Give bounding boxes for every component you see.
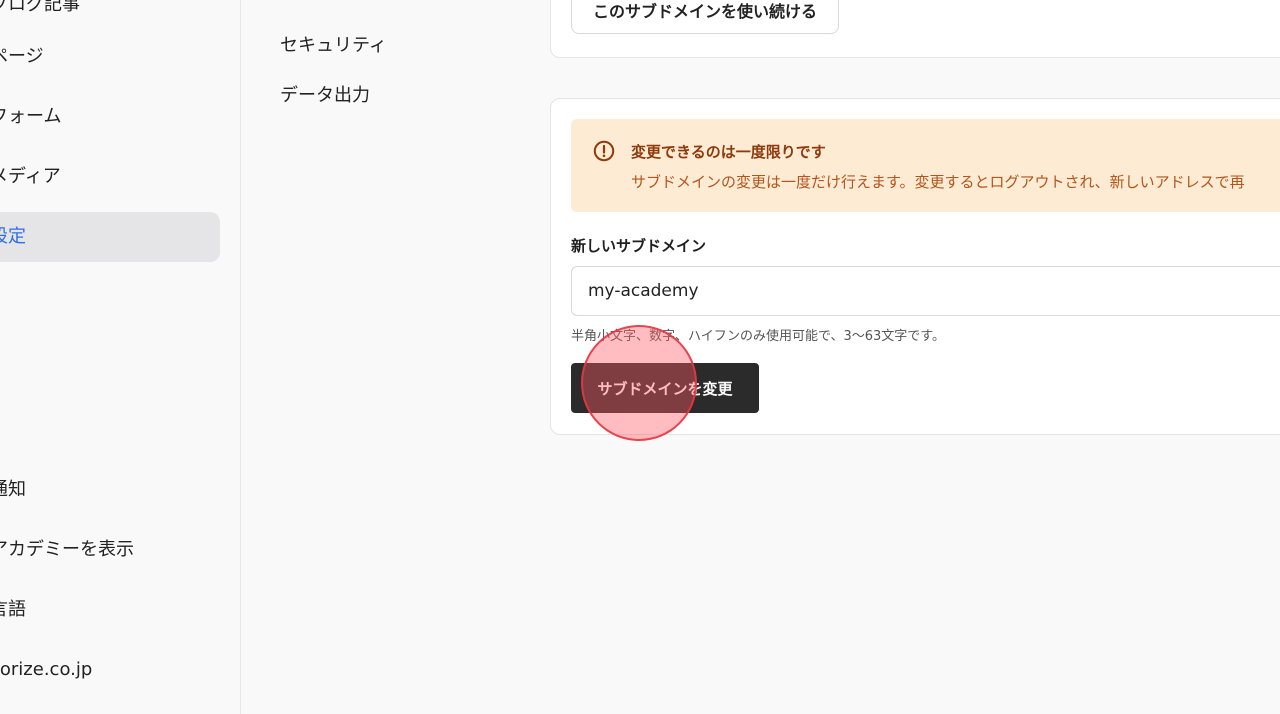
alert-circle-icon <box>593 140 615 162</box>
sidebar-item-label: 言語 <box>0 599 26 620</box>
submenu-item-security[interactable]: セキュリティ <box>280 31 387 57</box>
sidebar-item-view-academy[interactable]: アカデミーを表示 <box>0 525 220 575</box>
keep-subdomain-button[interactable]: このサブドメインを使い続ける <box>571 0 839 34</box>
change-subdomain-button[interactable]: サブドメインを変更 <box>571 363 759 413</box>
sidebar-item-notifications[interactable]: 通知 <box>0 465 220 515</box>
sidebar-item-blog-posts[interactable]: ブログ記事 <box>0 0 220 30</box>
sidebar-item-label: ブログ記事 <box>0 0 80 15</box>
submenu-item-data-export[interactable]: データ出力 <box>280 81 370 107</box>
submenu-item-label: データ出力 <box>280 85 370 106</box>
new-subdomain-label: 新しいサブドメイン <box>571 237 707 255</box>
sidebar-item-forms[interactable]: フォーム <box>0 92 220 142</box>
submenu-item-label: セキュリティ <box>280 35 387 56</box>
sidebar-item-media[interactable]: メディア <box>0 152 220 202</box>
sidebar-item-label: メディア <box>0 166 61 187</box>
subdomain-hint: 半角小文字、数字、ハイフンのみ使用可能で、3〜63文字です。 <box>571 329 945 344</box>
app-root: ブログ記事 ページ フォーム メディア 設定 通知 アカデミーを表示 言語 co… <box>0 0 1280 714</box>
one-time-warning-alert: 変更できるのは一度限りです サブドメインの変更は一度だけ行えます。変更するとログ… <box>571 119 1280 212</box>
alert-title: 変更できるのは一度限りです <box>631 143 826 161</box>
sidebar-item-label: 設定 <box>0 226 26 247</box>
sidebar-item-label: ページ <box>0 46 44 67</box>
new-subdomain-input[interactable] <box>571 266 1280 316</box>
sidebar-item-label: corize.co.jp <box>0 659 93 680</box>
sidebar-item-label: フォーム <box>0 106 62 127</box>
sidebar-item-language[interactable]: 言語 <box>0 585 220 635</box>
alert-message: サブドメインの変更は一度だけ行えます。変更するとログアウトされ、新しいアドレスで… <box>631 173 1245 191</box>
sidebar-item-settings[interactable]: 設定 <box>0 212 220 262</box>
sidebar-item-account-domain[interactable]: corize.co.jp <box>0 645 220 695</box>
sidebar: ブログ記事 ページ フォーム メディア 設定 通知 アカデミーを表示 言語 co… <box>0 0 241 714</box>
sidebar-item-label: 通知 <box>0 479 26 500</box>
sidebar-item-label: アカデミーを表示 <box>0 539 134 560</box>
sidebar-item-pages[interactable]: ページ <box>0 32 220 82</box>
